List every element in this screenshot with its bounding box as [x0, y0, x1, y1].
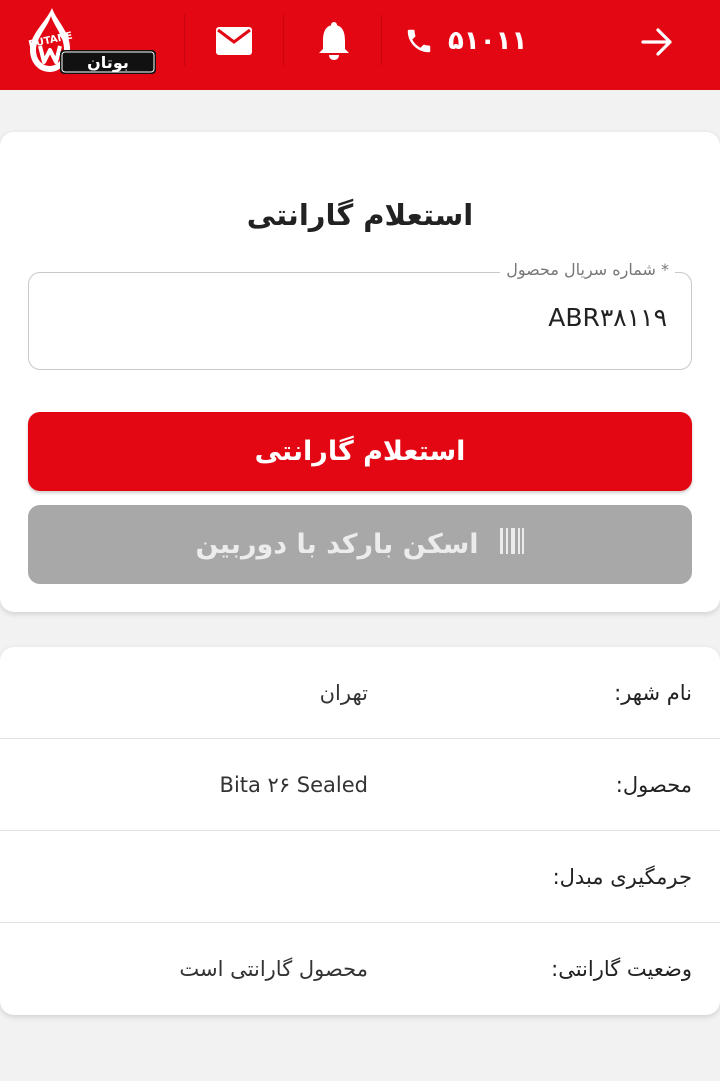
city-label: نام شهر: [614, 681, 692, 705]
barcode-icon [499, 527, 525, 562]
serial-number-input[interactable] [67, 303, 667, 332]
result-row-descaling: جرمگیری مبدل: [0, 831, 720, 923]
scan-barcode-label: اسکن بارکد با دوربین [195, 529, 479, 560]
serial-number-field[interactable]: * شماره سریال محصول [28, 260, 692, 370]
mail-icon[interactable] [212, 24, 256, 58]
serial-number-label: * شماره سریال محصول [500, 260, 675, 279]
phone-icon [404, 26, 434, 56]
scan-barcode-button[interactable]: اسکن بارکد با دوربین [28, 505, 692, 584]
inquiry-submit-label: استعلام گارانتی [254, 436, 466, 467]
header-divider [381, 14, 382, 66]
bell-icon[interactable] [314, 20, 354, 62]
arrow-right-icon[interactable] [638, 24, 676, 60]
top-app-bar: بوتان BUTANE ۵۱۰۱۱ [0, 0, 720, 90]
result-row-product: محصول: Bita ۲۶ Sealed [0, 739, 720, 831]
inquiry-submit-button[interactable]: استعلام گارانتی [28, 412, 692, 491]
support-phone[interactable]: ۵۱۰۱۱ [404, 22, 527, 60]
phone-number: ۵۱۰۱۱ [448, 26, 528, 56]
warranty-status-value: محصول گارانتی است [179, 957, 368, 981]
logo-text-farsi: بوتان [87, 53, 129, 72]
butane-logo[interactable]: بوتان BUTANE [26, 6, 158, 78]
warranty-status-label: وضعیت گارانتی: [551, 957, 692, 981]
page-title: استعلام گارانتی [246, 198, 474, 232]
warranty-result-card: نام شهر: تهران محصول: Bita ۲۶ Sealed جرم… [0, 647, 720, 1015]
header-divider [184, 14, 185, 66]
warranty-inquiry-card: استعلام گارانتی * شماره سریال محصول استع… [0, 132, 720, 612]
header-divider [283, 14, 284, 66]
product-label: محصول: [615, 773, 692, 797]
result-row-city: نام شهر: تهران [0, 647, 720, 739]
city-value: تهران [319, 681, 368, 705]
descaling-label: جرمگیری مبدل: [552, 865, 692, 889]
result-row-warranty-status: وضعیت گارانتی: محصول گارانتی است [0, 923, 720, 1015]
product-value: Bita ۲۶ Sealed [219, 773, 368, 797]
